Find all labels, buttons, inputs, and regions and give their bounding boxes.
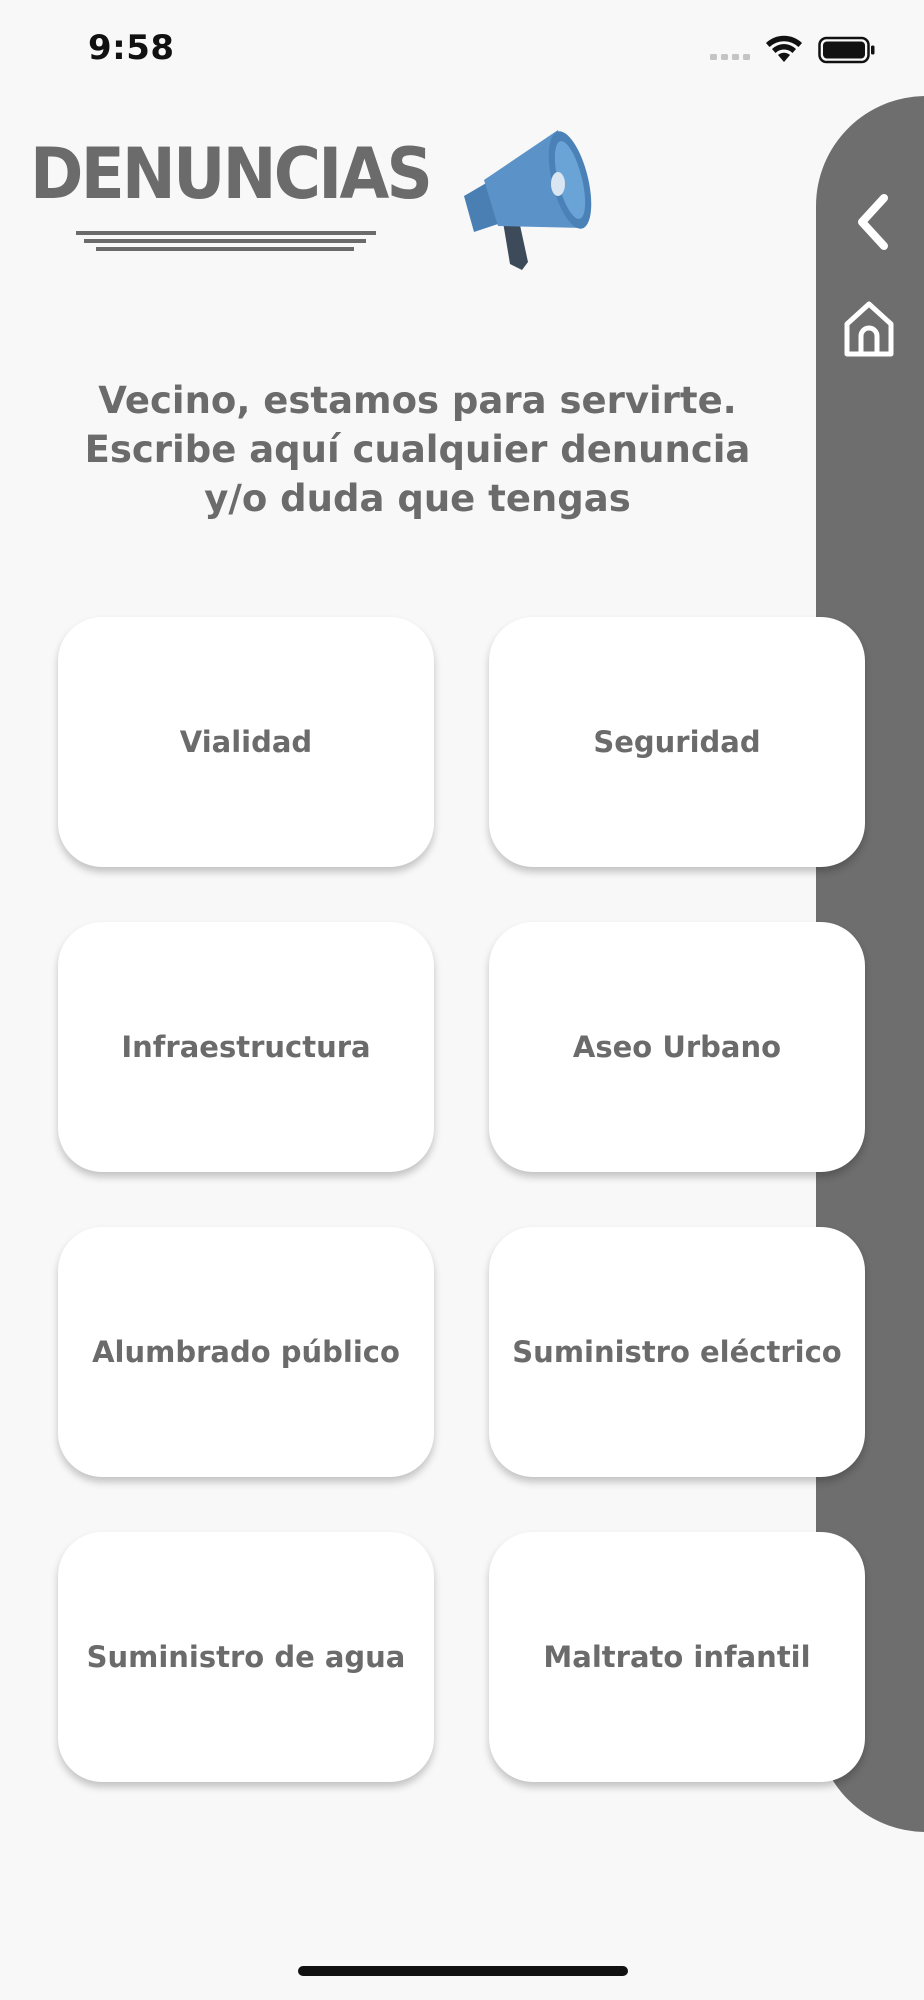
chevron-left-icon[interactable]	[850, 192, 894, 252]
category-card-alumbrado-publico[interactable]: Alumbrado público	[58, 1227, 434, 1477]
wifi-icon	[766, 35, 802, 62]
category-card-infraestructura[interactable]: Infraestructura	[58, 922, 434, 1172]
category-card-aseo-urbano[interactable]: Aseo Urbano	[489, 922, 865, 1172]
category-label: Infraestructura	[121, 1030, 371, 1064]
category-label: Maltrato infantil	[543, 1640, 811, 1674]
category-label: Vialidad	[179, 725, 313, 759]
signal-bars-icon	[710, 54, 750, 60]
category-card-seguridad[interactable]: Seguridad	[489, 617, 865, 867]
home-indicator[interactable]	[298, 1966, 628, 1976]
denuncias-screen: 9:58 DENUNCIAS Vecino, estamos para serv…	[0, 0, 924, 2000]
category-card-suministro-de-agua[interactable]: Suministro de agua	[58, 1532, 434, 1782]
intro-text: Vecino, estamos para servirte. Escribe a…	[84, 379, 751, 520]
category-label: Aseo Urbano	[572, 1030, 782, 1064]
home-icon[interactable]	[840, 298, 898, 360]
category-card-vialidad[interactable]: Vialidad	[58, 617, 434, 867]
category-label: Seguridad	[593, 725, 761, 759]
category-card-maltrato-infantil[interactable]: Maltrato infantil	[489, 1532, 865, 1782]
status-bar: 9:58	[0, 0, 924, 100]
status-time: 9:58	[88, 28, 175, 68]
megaphone-icon	[464, 130, 592, 270]
category-label: Suministro eléctrico	[512, 1335, 842, 1369]
category-card-suministro-electrico[interactable]: Suministro eléctrico	[489, 1227, 865, 1477]
battery-full-icon	[818, 36, 875, 64]
title-underline	[76, 231, 376, 251]
category-label: Suministro de agua	[86, 1640, 406, 1674]
page-title: DENUNCIAS	[30, 133, 433, 215]
category-label: Alumbrado público	[92, 1335, 400, 1369]
